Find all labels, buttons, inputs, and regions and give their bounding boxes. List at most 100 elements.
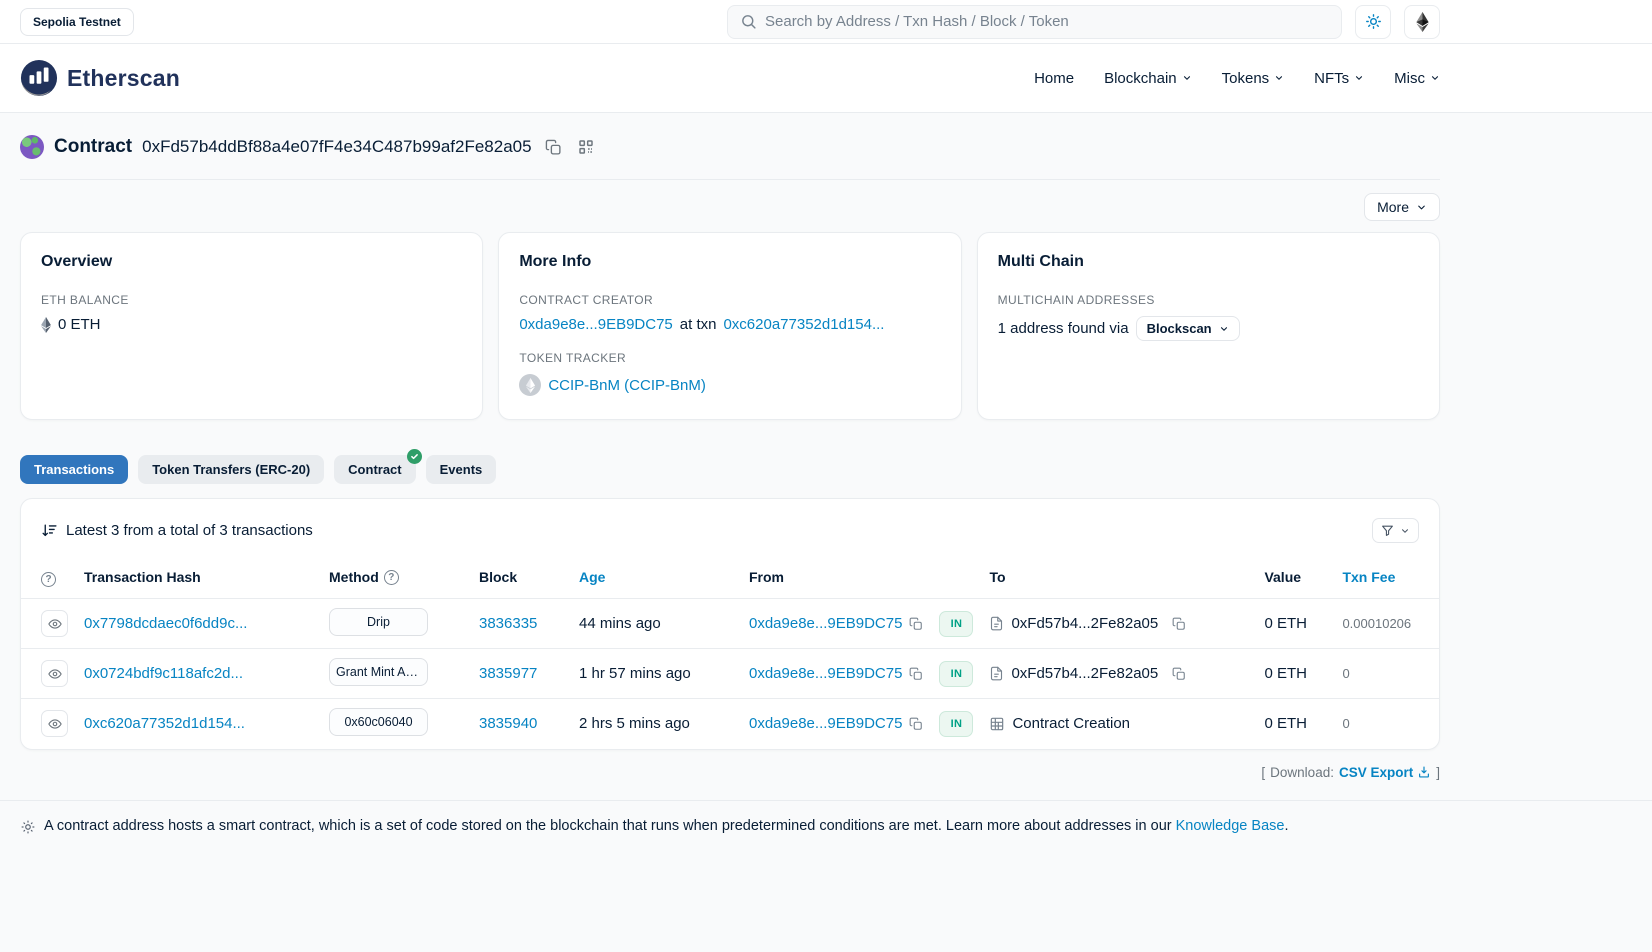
txn-hash-link[interactable]: 0x0724bdf9c118afc2d... — [84, 665, 243, 682]
eye-icon — [48, 617, 62, 631]
copy-icon[interactable] — [909, 717, 923, 731]
value-text: 0 ETH — [1264, 665, 1307, 682]
transactions-tbody: 0x7798dcdaec0f6dd9c... Drip 3836335 44 m… — [21, 599, 1439, 749]
csv-export-row: [ Download: CSV Export ] — [20, 765, 1440, 780]
txn-hash-link[interactable]: 0x7798dcdaec0f6dd9c... — [84, 615, 247, 632]
filter-button[interactable] — [1372, 518, 1419, 543]
preview-eye-button[interactable] — [41, 660, 68, 687]
txn-hash-link[interactable]: 0xc620a77352d1d154... — [84, 715, 245, 732]
copy-icon[interactable] — [1172, 667, 1186, 681]
col-age-toggle[interactable]: Age — [579, 569, 605, 585]
contract-address: 0xFd57b4ddBf88a4e07fF4e34C487b99af2Fe82a… — [142, 137, 531, 157]
col-value: Value — [1256, 558, 1334, 599]
col-txn-fee-toggle[interactable]: Txn Fee — [1342, 569, 1395, 585]
age-text: 1 hr 57 mins ago — [579, 665, 691, 682]
transactions-table: ? Transaction Hash Method? Block Age Fro… — [21, 558, 1439, 749]
to-address-text: Contract Creation — [1012, 715, 1130, 732]
txn-fee-text: 0 — [1342, 716, 1349, 731]
method-badge: Grant Mint An... — [329, 658, 428, 686]
creator-address-link[interactable]: 0xda9e8e...9EB9DC75 — [519, 316, 672, 333]
copy-icon[interactable] — [909, 667, 923, 681]
col-transaction-hash: Transaction Hash — [76, 558, 321, 599]
divider — [20, 179, 1440, 180]
nav-item-nfts[interactable]: NFTs — [1314, 70, 1364, 87]
block-link[interactable]: 3836335 — [479, 615, 537, 632]
to-address-text: 0xFd57b4...2Fe82a05 — [1011, 665, 1158, 682]
transactions-summary-text: Latest 3 from a total of 3 transactions — [66, 522, 313, 539]
nav-item-home[interactable]: Home — [1034, 70, 1074, 87]
age-text: 44 mins ago — [579, 615, 661, 632]
preview-eye-button[interactable] — [41, 610, 68, 637]
more-dropdown-button[interactable]: More — [1364, 193, 1440, 221]
block-link[interactable]: 3835940 — [479, 715, 537, 732]
tab-events[interactable]: Events — [426, 455, 497, 484]
search-bar[interactable] — [727, 5, 1342, 39]
qr-grid-icon — [578, 139, 594, 155]
from-address-link[interactable]: 0xda9e8e...9EB9DC75 — [749, 715, 902, 732]
nav-item-tokens[interactable]: Tokens — [1222, 70, 1285, 87]
from-address-link[interactable]: 0xda9e8e...9EB9DC75 — [749, 615, 902, 632]
eth-glyph-icon — [41, 317, 51, 333]
table-row: 0xc620a77352d1d154... 0x60c06040 3835940… — [21, 699, 1439, 749]
token-logo-icon — [519, 374, 541, 396]
address-header: Contract 0xFd57b4ddBf88a4e07fF4e34C487b9… — [20, 135, 1440, 159]
copy-address-button[interactable] — [542, 136, 565, 159]
more-info-card-title: More Info — [519, 253, 940, 271]
csv-export-link[interactable]: CSV Export — [1339, 765, 1431, 780]
network-selector-button[interactable]: Sepolia Testnet — [20, 8, 134, 36]
bracket: [ — [1261, 765, 1265, 780]
chevron-down-icon — [1354, 73, 1364, 83]
chevron-down-icon — [1430, 73, 1440, 83]
page-title: Contract — [54, 136, 132, 158]
col-from: From — [741, 558, 931, 599]
help-icon[interactable]: ? — [41, 572, 56, 587]
txn-fee-text: 0 — [1342, 666, 1349, 681]
block-link[interactable]: 3835977 — [479, 665, 537, 682]
note-suffix: . — [1284, 818, 1288, 834]
tab-contract[interactable]: Contract — [334, 455, 415, 484]
eye-icon — [48, 667, 62, 681]
theme-toggle-button[interactable] — [1355, 5, 1391, 39]
search-input[interactable] — [765, 13, 1329, 30]
from-address-link[interactable]: 0xda9e8e...9EB9DC75 — [749, 665, 902, 682]
blockscan-dropdown[interactable]: Blockscan — [1136, 316, 1240, 341]
creation-txn-link[interactable]: 0xc620a77352d1d154... — [723, 316, 884, 333]
token-tracker-link[interactable]: CCIP-BnM (CCIP-BnM) — [548, 377, 706, 394]
copy-icon[interactable] — [1172, 617, 1186, 631]
ethereum-icon — [1416, 12, 1429, 32]
help-icon[interactable]: ? — [384, 570, 399, 585]
network-eth-button[interactable] — [1404, 5, 1440, 39]
overview-card-title: Overview — [41, 253, 462, 271]
download-icon — [1417, 765, 1431, 779]
multichain-card-title: Multi Chain — [998, 253, 1419, 271]
chevron-down-icon — [1274, 73, 1284, 83]
nav-item-misc[interactable]: Misc — [1394, 70, 1440, 87]
multichain-card: Multi Chain MULTICHAIN ADDRESSES 1 addre… — [977, 232, 1440, 420]
tab-token-transfers[interactable]: Token Transfers (ERC-20) — [138, 455, 324, 484]
etherscan-logo-icon — [20, 59, 58, 97]
col-method: Method? — [321, 558, 471, 599]
address-avatar — [20, 135, 44, 159]
tab-transactions[interactable]: Transactions — [20, 455, 128, 484]
contract-creator-label: CONTRACT CREATOR — [519, 293, 940, 307]
filter-funnel-icon — [1381, 524, 1394, 537]
qr-grid-button[interactable] — [575, 136, 597, 158]
method-badge: 0x60c06040 — [329, 708, 428, 736]
copy-icon[interactable] — [909, 617, 923, 631]
eth-balance-value: 0 ETH — [58, 316, 101, 333]
knowledge-base-link[interactable]: Knowledge Base — [1176, 818, 1285, 834]
direction-badge: IN — [939, 611, 973, 637]
download-label: Download: — [1270, 765, 1334, 780]
at-txn-text: at txn — [680, 316, 717, 333]
method-badge: Drip — [329, 608, 428, 636]
document-icon — [989, 616, 1004, 631]
contract-creation-icon — [989, 716, 1005, 732]
sort-descending-icon — [41, 522, 58, 539]
nav-item-blockchain[interactable]: Blockchain — [1104, 70, 1192, 87]
table-row: 0x0724bdf9c118afc2d... Grant Mint An... … — [21, 649, 1439, 699]
copy-icon — [545, 139, 562, 156]
txn-fee-text: 0.00010206 — [1342, 616, 1411, 631]
etherscan-logo[interactable]: Etherscan — [20, 59, 180, 97]
preview-eye-button[interactable] — [41, 710, 68, 737]
idea-bulb-icon — [20, 819, 36, 835]
